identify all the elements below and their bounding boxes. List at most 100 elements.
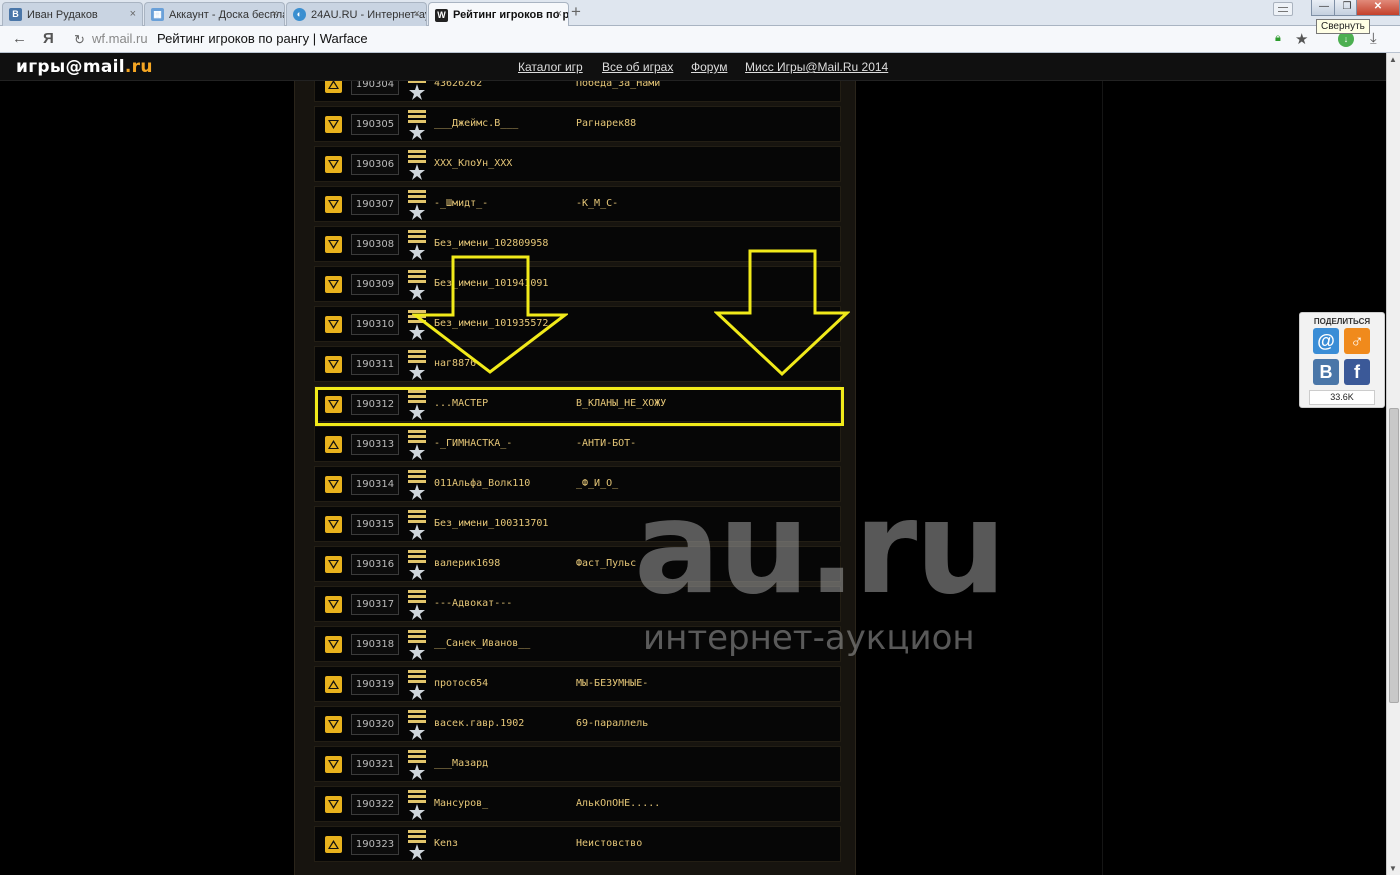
ranking-row[interactable]: 190305 ___Джеймс.В___ Рагнарек88: [314, 106, 841, 142]
player-nickname[interactable]: -_Шмидт_-: [434, 198, 488, 209]
url-page-title[interactable]: Рейтинг игроков по рангу | Warface: [157, 31, 368, 46]
ranking-row[interactable]: 190321 ___Мазард: [314, 746, 841, 782]
rank-number: 190321: [351, 754, 399, 775]
trend-down-icon[interactable]: [325, 716, 342, 733]
tab-list-button[interactable]: [1273, 2, 1293, 16]
scroll-down-arrow-icon[interactable]: ▼: [1389, 864, 1397, 873]
player-nickname[interactable]: Без_имени_102809958: [434, 238, 548, 249]
close-icon[interactable]: ×: [130, 8, 136, 20]
url-domain[interactable]: wf.mail.ru: [92, 31, 148, 46]
mailru-share-icon[interactable]: @: [1313, 328, 1339, 354]
close-icon[interactable]: ×: [414, 8, 420, 20]
ranking-row[interactable]: 190318 __Санек_Иванов__: [314, 626, 841, 662]
close-icon[interactable]: ×: [272, 8, 278, 20]
player-clan[interactable]: -К_М_С-: [576, 198, 618, 209]
player-nickname[interactable]: васек.гавр.1902: [434, 718, 524, 729]
yandex-icon[interactable]: Я: [43, 30, 54, 47]
ranking-row[interactable]: 190313 -_ГИМНАСТКА_- -АНТИ-БОТ-: [314, 426, 841, 462]
tab-label: Иван Рудаков: [27, 8, 98, 21]
site-logo[interactable]: игры@mail.ru: [16, 57, 153, 77]
ranking-row[interactable]: 190306 XXX_КлоУн_XXX: [314, 146, 841, 182]
rank-insignia-icon: [408, 190, 426, 220]
ranking-row[interactable]: 190304 43626262 Победа_За_Нами: [314, 81, 841, 102]
tab-vk[interactable]: B Иван Рудаков ×: [2, 2, 143, 26]
tab-label: 24AU.RU - Интернет-аукцион: [311, 8, 426, 21]
nav-forum-link[interactable]: Форум: [691, 60, 727, 74]
close-window-button[interactable]: ✕: [1356, 0, 1400, 16]
player-nickname[interactable]: -_ГИМНАСТКА_-: [434, 438, 512, 449]
player-nickname[interactable]: __Санек_Иванов__: [434, 638, 530, 649]
facebook-share-icon[interactable]: f: [1344, 359, 1370, 385]
reload-icon[interactable]: ↻: [74, 32, 85, 48]
player-nickname[interactable]: валерик1698: [434, 558, 500, 569]
player-clan[interactable]: Фаст_Пульс: [576, 558, 636, 569]
nav-miss-link[interactable]: Мисс Игры@Mail.Ru 2014: [745, 60, 888, 74]
trend-down-icon[interactable]: [325, 276, 342, 293]
player-nickname[interactable]: протос654: [434, 678, 488, 689]
player-clan[interactable]: 69-параллель: [576, 718, 648, 729]
trend-down-icon[interactable]: [325, 196, 342, 213]
back-arrow-icon[interactable]: ←: [12, 30, 27, 47]
player-nickname[interactable]: 011Альфа_Волк110: [434, 478, 530, 489]
nav-catalog-link[interactable]: Каталог игр: [518, 60, 583, 74]
player-clan[interactable]: Неистовство: [576, 838, 642, 849]
trend-down-icon[interactable]: [325, 636, 342, 653]
ranking-row[interactable]: 190316 валерик1698 Фаст_Пульс: [314, 546, 841, 582]
trend-up-icon[interactable]: [325, 436, 342, 453]
nav-about-games-link[interactable]: Все об играх: [602, 60, 673, 74]
player-clan[interactable]: Рагнарек88: [576, 118, 636, 129]
ranking-row[interactable]: 190307 -_Шмидт_- -К_М_С-: [314, 186, 841, 222]
player-nickname[interactable]: ---Адвокат---: [434, 598, 512, 609]
player-nickname[interactable]: XXX_КлоУн_XXX: [434, 158, 512, 169]
lock-icon[interactable]: 🔒︎: [1275, 32, 1281, 45]
player-clan[interactable]: Победа_За_Нами: [576, 81, 660, 89]
ranking-row[interactable]: 190322 Мансуров_ АлькОпОНЕ.....: [314, 786, 841, 822]
vk-share-icon[interactable]: B: [1313, 359, 1339, 385]
player-nickname[interactable]: Kenз: [434, 838, 458, 849]
page-scrollbar[interactable]: ▲ ▼: [1386, 53, 1400, 875]
player-nickname[interactable]: ___Джеймс.В___: [434, 118, 518, 129]
ranking-row[interactable]: 190315 Без_имени_100313701: [314, 506, 841, 542]
background-divider: [1102, 81, 1103, 875]
bookmark-star-icon[interactable]: ★: [1295, 30, 1308, 48]
trend-down-icon[interactable]: [325, 116, 342, 133]
trend-up-icon[interactable]: [325, 836, 342, 853]
new-tab-button[interactable]: +: [571, 3, 581, 20]
player-nickname[interactable]: Мансуров_: [434, 798, 488, 809]
tab-24au[interactable]: ◐ 24AU.RU - Интернет-аукцион ×: [286, 2, 427, 26]
rank-number: 190323: [351, 834, 399, 855]
trend-up-icon[interactable]: [325, 81, 342, 93]
trend-up-icon[interactable]: [325, 676, 342, 693]
download-icon[interactable]: ⤓: [1370, 30, 1377, 47]
trend-down-icon[interactable]: [325, 596, 342, 613]
player-nickname[interactable]: Без_имени_100313701: [434, 518, 548, 529]
trend-down-icon[interactable]: [325, 476, 342, 493]
trend-down-icon[interactable]: [325, 756, 342, 773]
trend-down-icon[interactable]: [325, 556, 342, 573]
player-nickname[interactable]: 43626262: [434, 81, 482, 89]
player-nickname[interactable]: ___Мазард: [434, 758, 488, 769]
trend-down-icon[interactable]: [325, 796, 342, 813]
scroll-up-arrow-icon[interactable]: ▲: [1389, 55, 1397, 64]
ranking-row[interactable]: 190319 протос654 МЫ-БЕЗУМНЫЕ-: [314, 666, 841, 702]
player-clan[interactable]: -АНТИ-БОТ-: [576, 438, 636, 449]
tab-warface[interactable]: W Рейтинг игроков по рангу ×: [428, 2, 569, 27]
player-clan[interactable]: АлькОпОНЕ.....: [576, 798, 660, 809]
trend-down-icon[interactable]: [325, 516, 342, 533]
trend-down-icon[interactable]: [325, 156, 342, 173]
tab-board[interactable]: ▦ Аккаунт - Доска бесплатных ×: [144, 2, 285, 26]
ranking-row[interactable]: 190320 васек.гавр.1902 69-параллель: [314, 706, 841, 742]
rank-number: 190306: [351, 154, 399, 175]
odnoklassniki-share-icon[interactable]: ♂: [1344, 328, 1370, 354]
scroll-thumb[interactable]: [1389, 408, 1399, 703]
ranking-row[interactable]: 190317 ---Адвокат---: [314, 586, 841, 622]
ranking-row[interactable]: 190323 Kenз Неистовство: [314, 826, 841, 862]
player-clan[interactable]: _Ф_И_О_: [576, 478, 618, 489]
annotation-arrow-right: [714, 249, 850, 377]
close-icon[interactable]: ×: [556, 8, 562, 20]
player-clan[interactable]: МЫ-БЕЗУМНЫЕ-: [576, 678, 648, 689]
trend-down-icon[interactable]: [325, 316, 342, 333]
ranking-row[interactable]: 190314 011Альфа_Волк110 _Ф_И_О_: [314, 466, 841, 502]
trend-down-icon[interactable]: [325, 356, 342, 373]
trend-down-icon[interactable]: [325, 236, 342, 253]
